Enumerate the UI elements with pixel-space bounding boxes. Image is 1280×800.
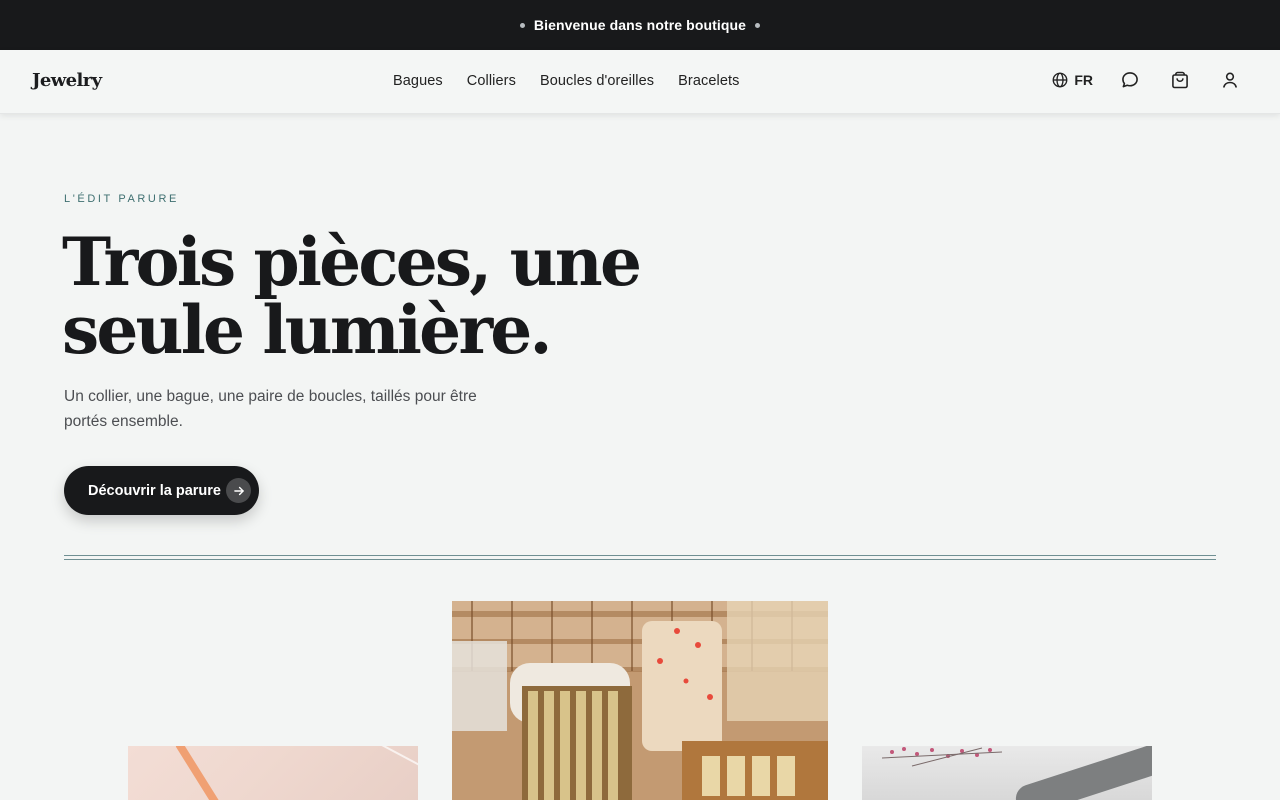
announcement-bar: Bienvenue dans notre boutique [0, 0, 1280, 50]
blossom-decoration [882, 747, 1002, 767]
nav-item-colliers[interactable]: Colliers [467, 73, 516, 89]
jewelry-display-image [452, 601, 828, 800]
header-tools: FR [1051, 70, 1240, 90]
announcement-text: Bienvenue dans notre boutique [533, 17, 747, 33]
cart-icon[interactable] [1170, 70, 1190, 90]
language-selector[interactable]: FR [1051, 71, 1093, 89]
image-detail [268, 746, 418, 771]
nav-item-boucles[interactable]: Boucles d'oreilles [540, 73, 654, 89]
image-detail [174, 746, 230, 800]
arrow-right-icon [226, 478, 251, 503]
user-icon[interactable] [1220, 70, 1240, 90]
hero-eyebrow: L'ÉDIT PARURE [64, 193, 179, 205]
language-label: FR [1074, 72, 1093, 88]
divider-line [64, 555, 1216, 556]
nav-item-bracelets[interactable]: Bracelets [678, 73, 739, 89]
nav-item-bagues[interactable]: Bagues [393, 73, 443, 89]
bullet-dot [755, 22, 761, 28]
hero-title: Trois pièces, une seule lumière. [62, 228, 702, 364]
discover-parure-button[interactable]: Découvrir la parure [64, 466, 259, 515]
bullet-dot [519, 22, 525, 28]
cta-label: Découvrir la parure [88, 482, 221, 499]
hero-title-line-1: Trois pièces, une [62, 223, 642, 301]
product-image-left[interactable] [128, 746, 418, 800]
site-header: Jewelry Bagues Colliers Boucles d'oreill… [0, 50, 1280, 114]
brand-logo[interactable]: Jewelry [32, 70, 102, 91]
hero-title-line-2: seule lumière. [62, 291, 552, 369]
main-nav: Bagues Colliers Boucles d'oreilles Brace… [393, 73, 763, 89]
image-detail [1012, 746, 1152, 800]
product-image-center[interactable] [452, 601, 828, 800]
divider-line [64, 559, 1216, 560]
hero-subtitle: Un collier, une bague, une paire de bouc… [64, 388, 477, 430]
chat-icon[interactable] [1120, 70, 1140, 90]
globe-icon [1052, 72, 1068, 88]
product-image-right[interactable] [862, 746, 1152, 800]
